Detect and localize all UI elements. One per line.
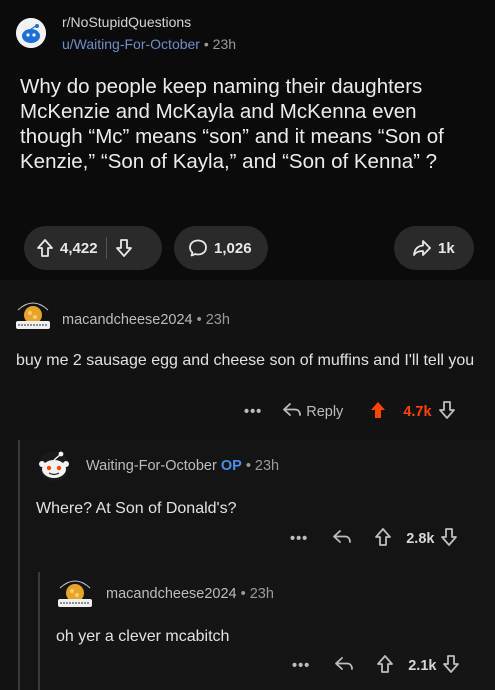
comment-bubble-icon bbox=[188, 238, 208, 258]
upvote-icon[interactable] bbox=[374, 527, 392, 551]
post-card: r/NoStupidQuestions u/Waiting-For-Octobe… bbox=[0, 0, 495, 280]
comment-actions: ••• Reply 4.7k bbox=[244, 401, 456, 423]
downvote-icon[interactable] bbox=[438, 400, 456, 424]
comment-body: buy me 2 sausage egg and cheese son of m… bbox=[16, 352, 475, 369]
more-options-icon[interactable]: ••• bbox=[290, 531, 308, 547]
post-author[interactable]: u/Waiting-For-October bbox=[62, 36, 200, 52]
comment-score: 2.8k bbox=[406, 531, 435, 547]
comment-actions: ••• 2.1k bbox=[292, 655, 460, 677]
comment-username[interactable]: macandcheese2024 bbox=[106, 586, 237, 602]
share-button[interactable]: 1k bbox=[394, 226, 474, 270]
downvote-icon[interactable] bbox=[442, 654, 460, 678]
comment-author[interactable]: Waiting-For-October OP • 23h bbox=[86, 458, 279, 474]
post-age: 23h bbox=[212, 36, 237, 52]
more-options-icon[interactable]: ••• bbox=[292, 658, 310, 674]
downvote-icon[interactable] bbox=[440, 527, 458, 551]
comments-button[interactable]: 1,026 bbox=[174, 226, 268, 270]
post-meta: u/Waiting-For-October • 23h bbox=[62, 36, 236, 52]
upvote-icon[interactable] bbox=[36, 238, 54, 258]
reply-button[interactable]: Reply bbox=[306, 404, 343, 420]
comment-score: 2.1k bbox=[408, 658, 437, 674]
nested-reply-comment: macandcheese2024 • 23h oh yer a clever m… bbox=[38, 572, 495, 690]
vote-divider bbox=[105, 237, 107, 259]
downvote-icon[interactable] bbox=[115, 238, 133, 258]
comment-score: 4.7k bbox=[403, 404, 432, 420]
upvote-icon[interactable] bbox=[376, 654, 394, 678]
meta-separator: • bbox=[199, 36, 213, 52]
share-arrow-icon bbox=[412, 239, 432, 257]
reply-arrow-icon[interactable] bbox=[282, 402, 302, 422]
mac-and-cheese-avatar-icon[interactable] bbox=[56, 576, 94, 610]
snoo-avatar-icon[interactable] bbox=[34, 444, 74, 484]
comment-username[interactable]: macandcheese2024 bbox=[62, 312, 193, 328]
vote-control: 4,422 bbox=[24, 226, 162, 270]
subreddit-name[interactable]: r/NoStupidQuestions bbox=[62, 14, 191, 30]
upvote-active-icon[interactable] bbox=[369, 400, 387, 424]
comment-actions: ••• 2.8k bbox=[290, 528, 458, 550]
subreddit-icon[interactable] bbox=[16, 18, 46, 48]
comment-author[interactable]: macandcheese2024 • 23h bbox=[106, 586, 274, 602]
mac-and-cheese-avatar-icon[interactable] bbox=[14, 298, 52, 332]
comment-body: oh yer a clever mcabitch bbox=[56, 628, 230, 645]
comment-body: Where? At Son of Donald's? bbox=[36, 500, 237, 517]
comment-count: 1,026 bbox=[214, 239, 252, 257]
comment-age: • 23h bbox=[241, 458, 280, 474]
share-count: 1k bbox=[438, 239, 455, 257]
comment-author[interactable]: macandcheese2024 • 23h bbox=[62, 312, 230, 328]
op-badge: OP bbox=[220, 458, 242, 474]
comment-age: • 23h bbox=[236, 586, 274, 602]
comment-username[interactable]: Waiting-For-October bbox=[86, 458, 217, 474]
reply-arrow-icon[interactable] bbox=[332, 529, 352, 549]
more-options-icon[interactable]: ••• bbox=[244, 404, 262, 420]
upvote-count: 4,422 bbox=[60, 239, 98, 257]
reply-arrow-icon[interactable] bbox=[334, 656, 354, 676]
post-title[interactable]: Why do people keep naming their daughter… bbox=[20, 74, 480, 174]
comment-age: • 23h bbox=[192, 312, 230, 328]
